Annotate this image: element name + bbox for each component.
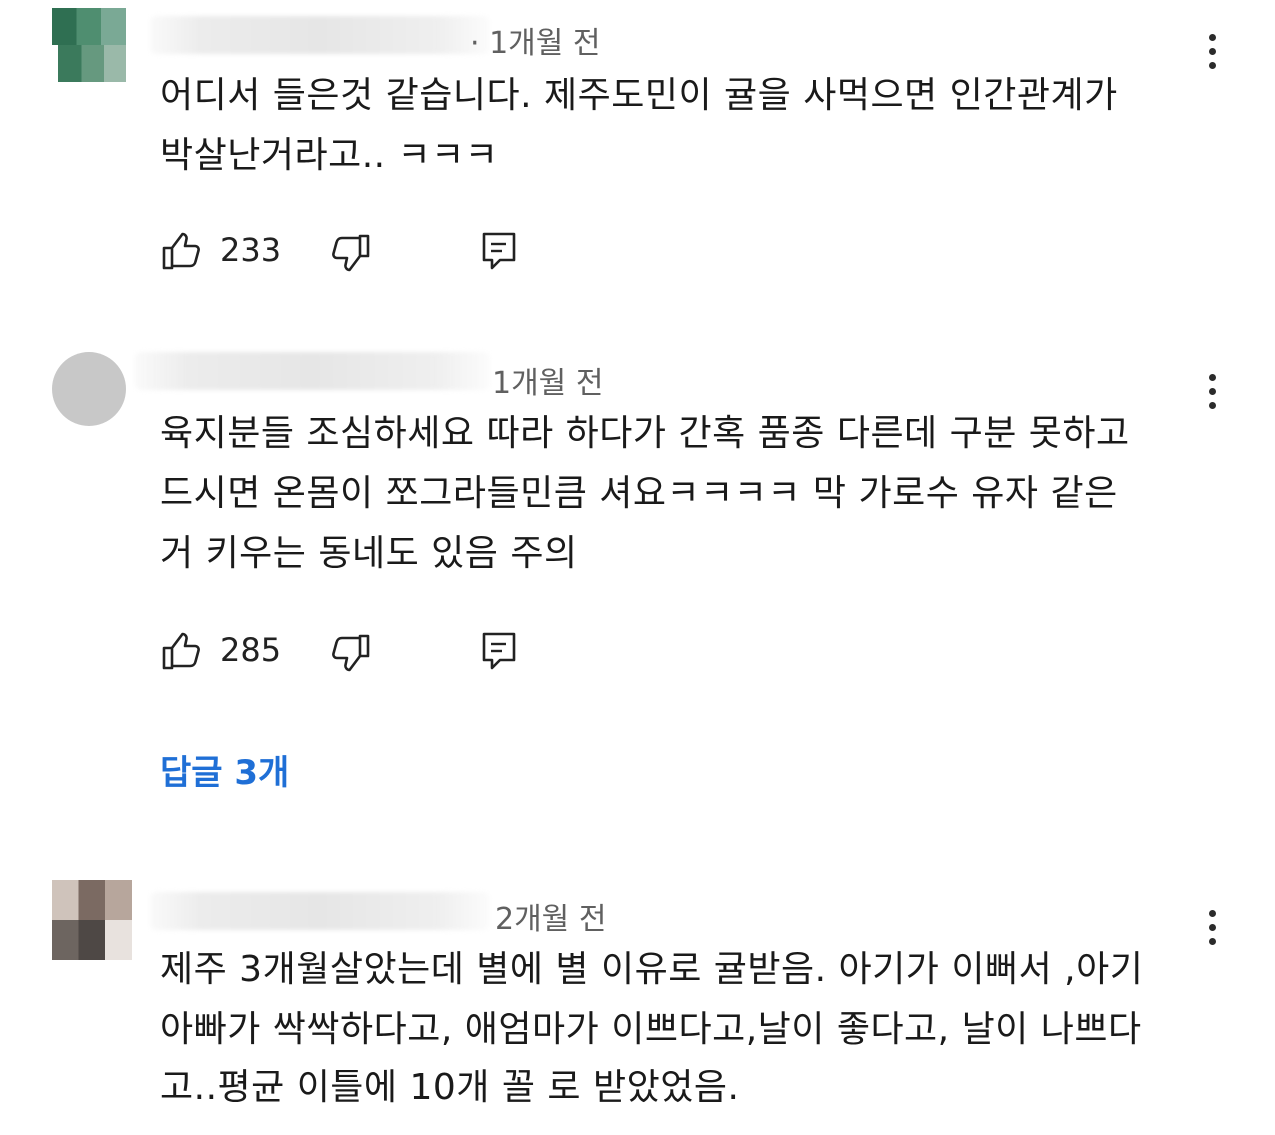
- view-replies-button[interactable]: 답글 3개: [160, 748, 289, 798]
- comment-timestamp: · 1개월 전: [470, 26, 601, 61]
- thumb-up-icon[interactable]: [160, 630, 202, 672]
- comment-text-line: 고..평균 이틀에 10개 꼴 로 받았었음.: [160, 1067, 740, 1108]
- reply-icon[interactable]: [480, 630, 520, 672]
- thumb-down-icon[interactable]: [330, 632, 372, 674]
- thumb-up-icon[interactable]: [160, 230, 202, 272]
- comment-thread: · 1개월 전 어디서 들은것 같습니다. 제주도민이 귤을 사먹으면 인간관계…: [0, 0, 1275, 1135]
- like-count: 285: [220, 631, 282, 669]
- reply-icon[interactable]: [480, 230, 520, 272]
- avatar[interactable]: [52, 352, 126, 426]
- comment-text-line: 어디서 들은것 같습니다. 제주도민이 귤을 사먹으면 인간관계가: [160, 75, 1118, 116]
- comment-text-line: 제주 3개월살았는데 별에 별 이유로 귤받음. 아기가 이뻐서 ,아기: [160, 949, 1144, 990]
- comment-timestamp: 2개월 전: [495, 902, 607, 937]
- comment-actions: 285: [160, 628, 540, 674]
- comment-text-line: 거 키우는 동네도 있음 주의: [160, 533, 578, 574]
- avatar[interactable]: [52, 8, 126, 82]
- more-vert-icon[interactable]: [1203, 910, 1223, 950]
- thumb-down-icon[interactable]: [330, 232, 372, 274]
- comment-text-line: 아빠가 싹싹하다고, 애엄마가 이쁘다고,날이 좋다고, 날이 나쁘다: [160, 1009, 1142, 1050]
- comment-timestamp: 1개월 전: [492, 366, 604, 401]
- like-count: 233: [220, 231, 282, 269]
- author-name-blurred[interactable]: [135, 352, 490, 390]
- avatar[interactable]: [52, 880, 132, 960]
- author-name-blurred[interactable]: [150, 892, 490, 930]
- more-vert-icon[interactable]: [1203, 374, 1223, 414]
- comment-text-line: 박살난거라고.. ㅋㅋㅋ: [160, 135, 499, 176]
- more-vert-icon[interactable]: [1203, 34, 1223, 74]
- comment-text-line: 드시면 온몸이 쪼그라들민큼 셔요ㅋㅋㅋㅋ 막 가로수 유자 같은: [160, 473, 1118, 514]
- comment-actions: 233: [160, 228, 540, 274]
- author-name-blurred[interactable]: [150, 16, 490, 54]
- comment-text-line: 육지분들 조심하세요 따라 하다가 간혹 품종 다른데 구분 못하고: [160, 413, 1130, 454]
